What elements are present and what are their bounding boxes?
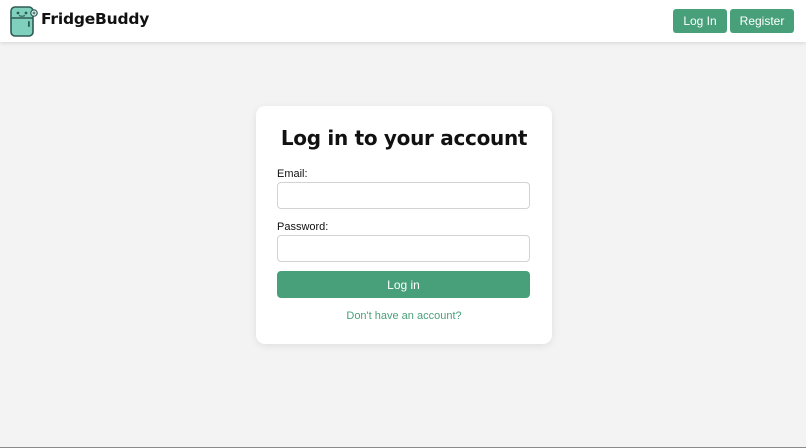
email-label: Email: xyxy=(277,168,308,180)
nav-register-button[interactable]: Register xyxy=(730,9,794,33)
register-link[interactable]: Don't have an account? xyxy=(256,310,552,322)
password-field[interactable] xyxy=(277,235,530,262)
brand-name[interactable]: FridgeBuddy xyxy=(41,10,149,28)
fridge-mascot-icon[interactable] xyxy=(9,5,39,37)
login-submit-button[interactable]: Log in xyxy=(277,271,530,298)
top-navbar: FridgeBuddy Log In Register xyxy=(0,0,806,42)
password-label: Password: xyxy=(277,221,329,233)
nav-login-button[interactable]: Log In xyxy=(673,9,727,33)
email-field[interactable] xyxy=(277,182,530,209)
login-title: Log in to your account xyxy=(280,126,528,150)
login-card: Log in to your account Email: Password: … xyxy=(256,106,552,344)
